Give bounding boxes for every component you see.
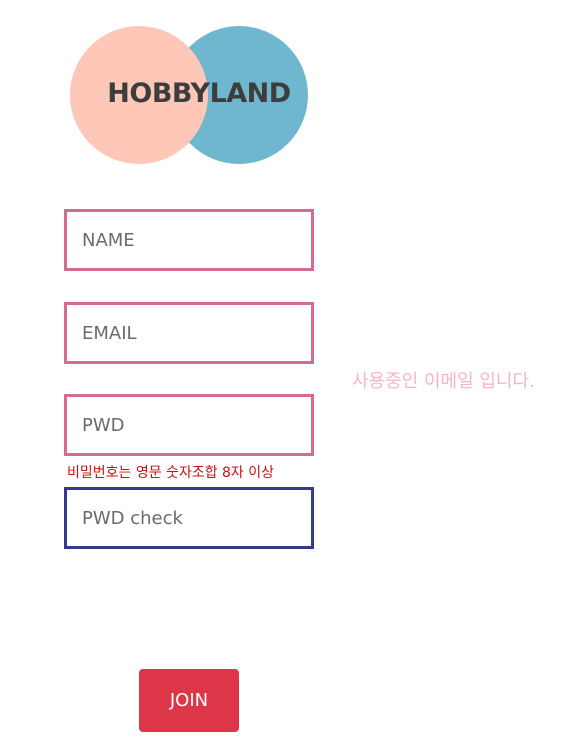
email-duplicate-message: 사용중인 이메일 입니다. [352, 371, 535, 392]
password-check-input[interactable] [64, 487, 314, 549]
email-input[interactable] [64, 302, 314, 364]
password-input[interactable] [64, 394, 314, 456]
logo: HOBBYLAND [70, 26, 310, 166]
password-hint: 비밀번호는 영문 숫자조합 8자 이상 [67, 465, 275, 481]
logo-text: HOBBYLAND [107, 78, 291, 109]
join-button[interactable]: JOIN [139, 669, 239, 732]
name-input[interactable] [64, 209, 314, 271]
